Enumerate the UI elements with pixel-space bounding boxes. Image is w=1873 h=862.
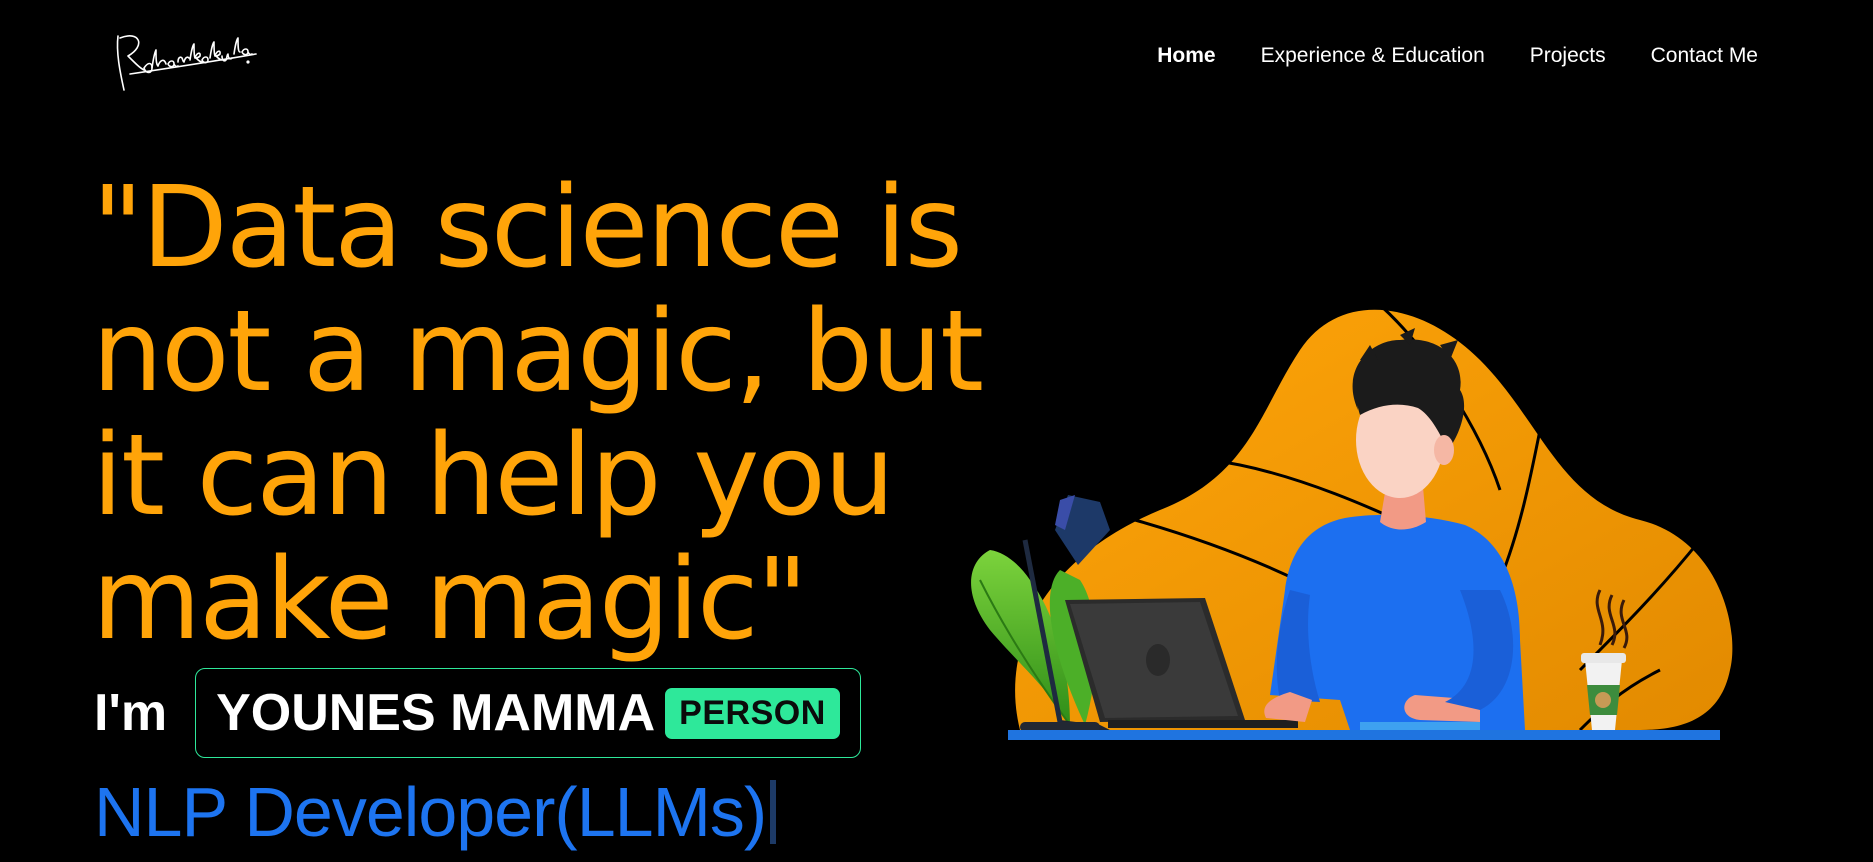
named-entity-box: YOUNES MAMMA PERSON — [195, 668, 861, 758]
nav-projects-link[interactable]: Projects — [1530, 44, 1606, 68]
role-text: NLP Developer(LLMs) — [94, 773, 767, 851]
entity-type-badge: PERSON — [665, 687, 840, 739]
quote-line: "Data science is — [92, 163, 963, 293]
nav-home-link[interactable]: Home — [1157, 44, 1215, 68]
hero-quote: "Data science is not a magic, but it can… — [92, 163, 984, 665]
role-typewriter: NLP Developer(LLMs) — [94, 772, 777, 852]
typing-cursor — [770, 780, 777, 844]
nav-contact-me-link[interactable]: Contact Me — [1651, 44, 1758, 68]
developer-illustration — [971, 303, 1733, 740]
quote-line: not a magic, but — [92, 287, 984, 417]
quote-line: make magic" — [92, 535, 808, 665]
quote-line: it can help you — [92, 411, 895, 541]
person-name: YOUNES MAMMA — [216, 684, 656, 742]
desk-shape — [1008, 730, 1720, 740]
signature-logo[interactable] — [110, 24, 260, 99]
main-nav: Home Experience & Education Projects Con… — [1157, 44, 1758, 68]
intro-label: I'm — [94, 684, 168, 742]
nav-experience-education-link[interactable]: Experience & Education — [1261, 44, 1485, 68]
intro-row: I'm YOUNES MAMMA PERSON — [94, 666, 861, 760]
